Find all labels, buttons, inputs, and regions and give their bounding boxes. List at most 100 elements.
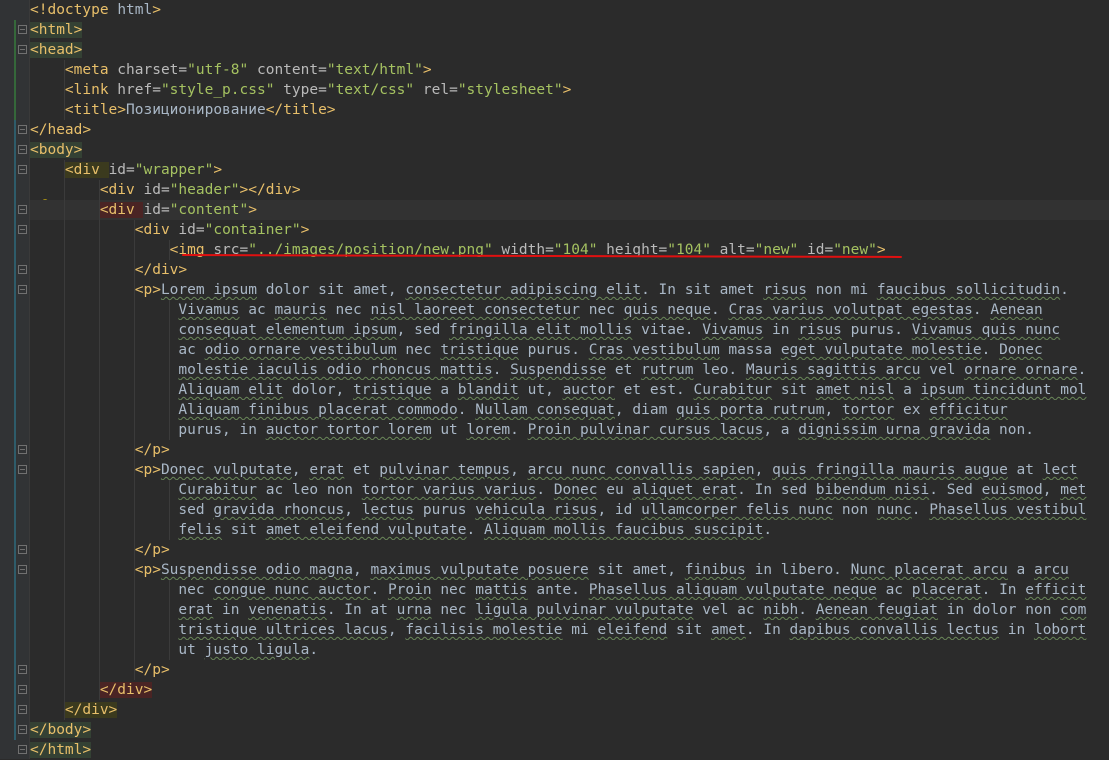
code-token: . [1077,362,1087,378]
code-line[interactable]: purus, in auctor tortor lorem ut lorem. … [30,420,1109,440]
fold-toggle-icon[interactable] [18,665,27,674]
code-token: . [510,422,528,438]
code-token: ></div> [239,182,301,198]
fold-toggle-icon[interactable] [18,145,27,154]
code-token: charset= [117,62,188,78]
code-line[interactable]: consequat elementum ipsum, sed fringilla… [30,320,1109,340]
fold-toggle-icon[interactable] [18,205,27,214]
fold-toggle-icon[interactable] [18,165,27,174]
code-token: . [466,522,484,538]
code-token: purus [414,502,476,518]
code-content: <div id="container"> [135,222,310,238]
fold-toggle-icon[interactable] [18,285,27,294]
code-token: , [353,562,371,578]
code-line[interactable]: Vivamus ac mauris nec nisl laoreet conse… [30,300,1109,320]
code-token: sit amet, [588,562,685,578]
code-line[interactable]: <p>Donec vulputate, erat et pulvinar tem… [30,460,1109,480]
indent-guide [63,180,65,200]
indent-guide [133,420,135,440]
fold-toggle-icon[interactable] [18,45,27,54]
fold-toggle-icon[interactable] [18,705,27,714]
code-line[interactable]: <body> [30,140,1109,160]
code-token: nunc [876,502,912,518]
code-line[interactable]: <head> [30,40,1109,60]
code-line[interactable]: Aliquam finibus placerat commodo. Nullam… [30,400,1109,420]
fold-toggle-icon[interactable] [18,25,27,34]
fold-toggle-icon[interactable] [18,225,27,234]
code-line[interactable]: erat in venenatis. In at urna nec ligula… [30,600,1109,620]
fold-toggle-icon[interactable] [18,265,27,274]
code-line[interactable]: <link href="style_p.css" type="text/css"… [30,80,1109,100]
fold-toggle-icon[interactable] [18,685,27,694]
code-line[interactable]: <div id="wrapper"> [30,160,1109,180]
code-line[interactable]: </html> [30,740,1109,760]
code-line[interactable]: </div> [30,260,1109,280]
code-line[interactable]: Aliquam elit dolor, tristique a blandit … [30,380,1109,400]
code-line[interactable]: molestie iaculis odio rhoncus mattis. Su… [30,360,1109,380]
code-token: "stylesheet" [457,82,563,98]
code-editor[interactable]: <!doctype html> <html> <head> <meta charset… [30,0,1109,760]
code-line[interactable]: <p>Lorem ipsum dolor sit amet, consectet… [30,280,1109,300]
code-line[interactable]: <title>Позиционирование</title> [30,100,1109,120]
code-line[interactable]: <meta charset="utf-8" content="text/html… [30,60,1109,80]
code-token: facilisis molestie [405,622,563,638]
code-token: ut, [518,382,563,398]
code-line[interactable]: </div> [30,700,1109,720]
vcs-change-marker[interactable] [14,20,16,120]
code-line[interactable]: <!doctype html> [30,0,1109,20]
code-line[interactable]: felis sit amet eleifend vulputate. Aliqu… [30,520,1109,540]
code-token: a [894,382,921,398]
code-token: Suspendisse odio magna [160,562,354,578]
code-line[interactable]: Curabitur ac leo non tortor varius variu… [30,480,1109,500]
indent-guide [63,560,65,580]
code-line[interactable]: </p> [30,440,1109,460]
code-line[interactable]: </p> [30,540,1109,560]
code-line[interactable]: ut justo ligula. [30,640,1109,660]
code-line[interactable]: sed gravida rhoncus, lectus purus vehicu… [30,500,1109,520]
code-line[interactable]: nec congue nunc auctor. Proin nec mattis… [30,580,1109,600]
code-token: finibus [684,562,746,578]
fold-toggle-icon[interactable] [18,125,27,134]
code-token: ac [178,342,205,358]
code-token: urna [396,602,432,618]
code-token: odio ornare vestibulum [204,342,397,358]
code-line[interactable]: <html> [30,20,1109,40]
code-token: , [291,462,310,478]
code-line[interactable]: <div id="header"></div> [30,180,1109,200]
fold-toggle-icon[interactable] [18,725,27,734]
code-line[interactable]: </head> [30,120,1109,140]
code-token: erat [309,462,345,478]
code-token: </html> [30,742,92,758]
code-token: nisl laoreet consectetur [370,302,580,318]
code-line[interactable]: ac odio ornare vestibulum nec tristique … [30,340,1109,360]
code-line[interactable]: </div> [30,680,1109,700]
code-content: erat in venenatis. In at urna nec ligula… [178,602,1086,618]
code-line[interactable]: </p> [30,660,1109,680]
indent-guide [168,500,170,520]
code-token: met [1060,482,1087,498]
indent-guide [63,500,65,520]
fold-toggle-icon[interactable] [18,465,27,474]
fold-toggle-icon[interactable] [18,445,27,454]
indent-guide [98,520,100,540]
code-token: > [562,82,572,98]
code-content: </head> [30,122,91,138]
indent-guide [63,460,65,480]
code-content: </div> [99,682,153,698]
code-token: Aliquam mollis faucibus suscipit [483,522,764,538]
code-line[interactable]: </body> [30,720,1109,740]
code-line[interactable]: <div id="content"> [30,200,1109,220]
code-line[interactable]: <p>Suspendisse odio magna, maximus vulpu… [30,560,1109,580]
fold-toggle-icon[interactable] [18,565,27,574]
code-line[interactable]: <div id="container"> [30,220,1109,240]
code-line[interactable]: tristique ultrices lacus, facilisis mole… [30,620,1109,640]
code-token: nec [178,582,214,598]
code-token: arcu [1033,562,1069,578]
indent-guide [63,200,65,220]
fold-toggle-icon[interactable] [18,745,27,754]
fold-toggle-icon[interactable] [18,545,27,554]
code-content: <body> [30,142,83,158]
indent-guide [63,260,65,280]
code-token: . Sed [929,482,982,498]
vcs-change-marker[interactable] [14,120,16,740]
